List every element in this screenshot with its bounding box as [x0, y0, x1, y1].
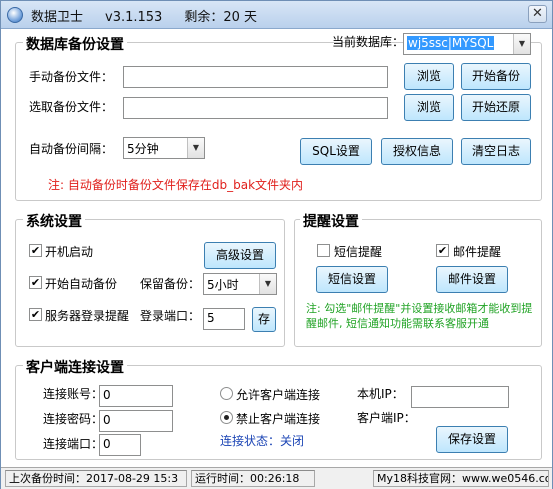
- deny-client-radio[interactable]: [220, 411, 233, 424]
- server-login-checkbox[interactable]: ✔: [29, 308, 42, 321]
- clear-log-button[interactable]: 清空日志: [461, 138, 531, 165]
- browse-restore-button[interactable]: 浏览: [404, 94, 454, 121]
- chevron-down-icon[interactable]: ▼: [259, 274, 276, 294]
- mail-settings-button[interactable]: 邮件设置: [436, 266, 508, 293]
- radio-dot-icon: [224, 415, 229, 420]
- app-name: 数据卫士: [31, 10, 84, 25]
- start-restore-button[interactable]: 开始还原: [461, 94, 531, 121]
- mail-alert-label: 邮件提醒: [453, 245, 502, 259]
- password-label: 连接密码：: [43, 412, 104, 426]
- select-backup-label: 选取备份文件：: [29, 100, 114, 114]
- start-backup-button[interactable]: 开始备份: [461, 63, 531, 90]
- port-input[interactable]: 0: [99, 434, 141, 456]
- chevron-down-icon[interactable]: ▼: [187, 138, 204, 158]
- keep-backup-value: 5小时: [207, 278, 239, 292]
- manual-backup-input[interactable]: [123, 66, 388, 88]
- app-logo-icon: [7, 7, 23, 23]
- keep-backup-label: 保留备份：: [140, 277, 201, 291]
- server-login-label: 服务器登录提醒: [45, 309, 130, 323]
- sql-settings-button[interactable]: SQL设置: [300, 138, 372, 165]
- auto-backup-label: 开始自动备份: [45, 277, 118, 291]
- current-db-value: wj5ssc|MYSQL: [407, 36, 495, 50]
- allow-client-radio[interactable]: [220, 387, 233, 400]
- remaining-days: 剩余：20 天: [184, 10, 258, 25]
- website-link[interactable]: My18科技官网：www.we0546.com: [373, 470, 549, 487]
- backup-note: 注: 自动备份时备份文件保存在db_bak文件夹内: [48, 178, 304, 192]
- last-backup-time: 上次备份时间：2017-08-29 15:3: [5, 470, 187, 487]
- save-port-button[interactable]: 存: [252, 307, 276, 332]
- client-ip-label: 客户端IP：: [357, 411, 416, 425]
- check-icon: ✔: [437, 244, 448, 257]
- mail-alert-checkbox[interactable]: ✔: [436, 244, 449, 257]
- current-db-label: 当前数据库：: [332, 35, 405, 49]
- interval-select[interactable]: 5分钟 ▼: [123, 137, 205, 159]
- password-input[interactable]: 0: [99, 410, 173, 432]
- interval-value: 5分钟: [127, 142, 159, 156]
- account-input[interactable]: 0: [99, 385, 173, 407]
- account-label: 连接账号：: [43, 387, 104, 401]
- auth-info-button[interactable]: 授权信息: [381, 138, 453, 165]
- client-group-title: 客户端连接设置: [23, 357, 127, 377]
- sms-settings-button[interactable]: 短信设置: [316, 266, 388, 293]
- app-window: 数据卫士 v3.1.153 剩余：20 天 ✕ 数据库备份设置 当前数据库： wj5…: [0, 0, 553, 489]
- chevron-down-icon[interactable]: ▼: [513, 34, 530, 54]
- autostart-label: 开机启动: [45, 245, 94, 259]
- select-backup-input[interactable]: [123, 97, 388, 119]
- alert-group-title: 提醒设置: [300, 211, 362, 231]
- deny-client-label: 禁止客户端连接: [236, 412, 321, 426]
- app-version: v3.1.153: [105, 10, 163, 25]
- login-port-label: 登录端口：: [140, 309, 201, 323]
- close-icon[interactable]: ✕: [528, 5, 547, 23]
- allow-client-label: 允许客户端连接: [236, 388, 321, 402]
- alert-note: 注: 勾选"邮件提醒"并设置接收邮箱才能收到提醒邮件, 短信通知功能需联系客服开…: [306, 302, 533, 330]
- runtime: 运行时间：00:26:18: [191, 470, 315, 487]
- save-settings-button[interactable]: 保存设置: [436, 426, 508, 453]
- interval-label: 自动备份间隔：: [29, 142, 114, 156]
- current-db-select[interactable]: wj5ssc|MYSQL ▼: [403, 33, 531, 55]
- backup-group-title: 数据库备份设置: [23, 34, 127, 54]
- auto-backup-checkbox[interactable]: ✔: [29, 276, 42, 289]
- system-group-title: 系统设置: [23, 211, 85, 231]
- keep-backup-select[interactable]: 5小时 ▼: [203, 273, 277, 295]
- browse-backup-button[interactable]: 浏览: [404, 63, 454, 90]
- title-bar: 数据卫士 v3.1.153 剩余：20 天 ✕: [1, 1, 552, 29]
- title-text: 数据卫士 v3.1.153 剩余：20 天: [31, 6, 279, 25]
- check-icon: ✔: [30, 308, 41, 321]
- autostart-checkbox[interactable]: ✔: [29, 244, 42, 257]
- local-ip-label: 本机IP：: [357, 387, 404, 401]
- sms-alert-checkbox[interactable]: [317, 244, 330, 257]
- port-label: 连接端口：: [43, 437, 104, 451]
- login-port-input[interactable]: 5: [203, 308, 245, 330]
- advanced-settings-button[interactable]: 高级设置: [204, 242, 276, 269]
- status-bar: 上次备份时间：2017-08-29 15:3 运行时间：00:26:18 My1…: [1, 467, 552, 489]
- check-icon: ✔: [30, 244, 41, 257]
- sms-alert-label: 短信提醒: [334, 245, 383, 259]
- local-ip-input[interactable]: [411, 386, 509, 408]
- check-icon: ✔: [30, 276, 41, 289]
- connection-status: 连接状态：关闭: [220, 434, 305, 448]
- manual-backup-label: 手动备份文件：: [29, 70, 114, 84]
